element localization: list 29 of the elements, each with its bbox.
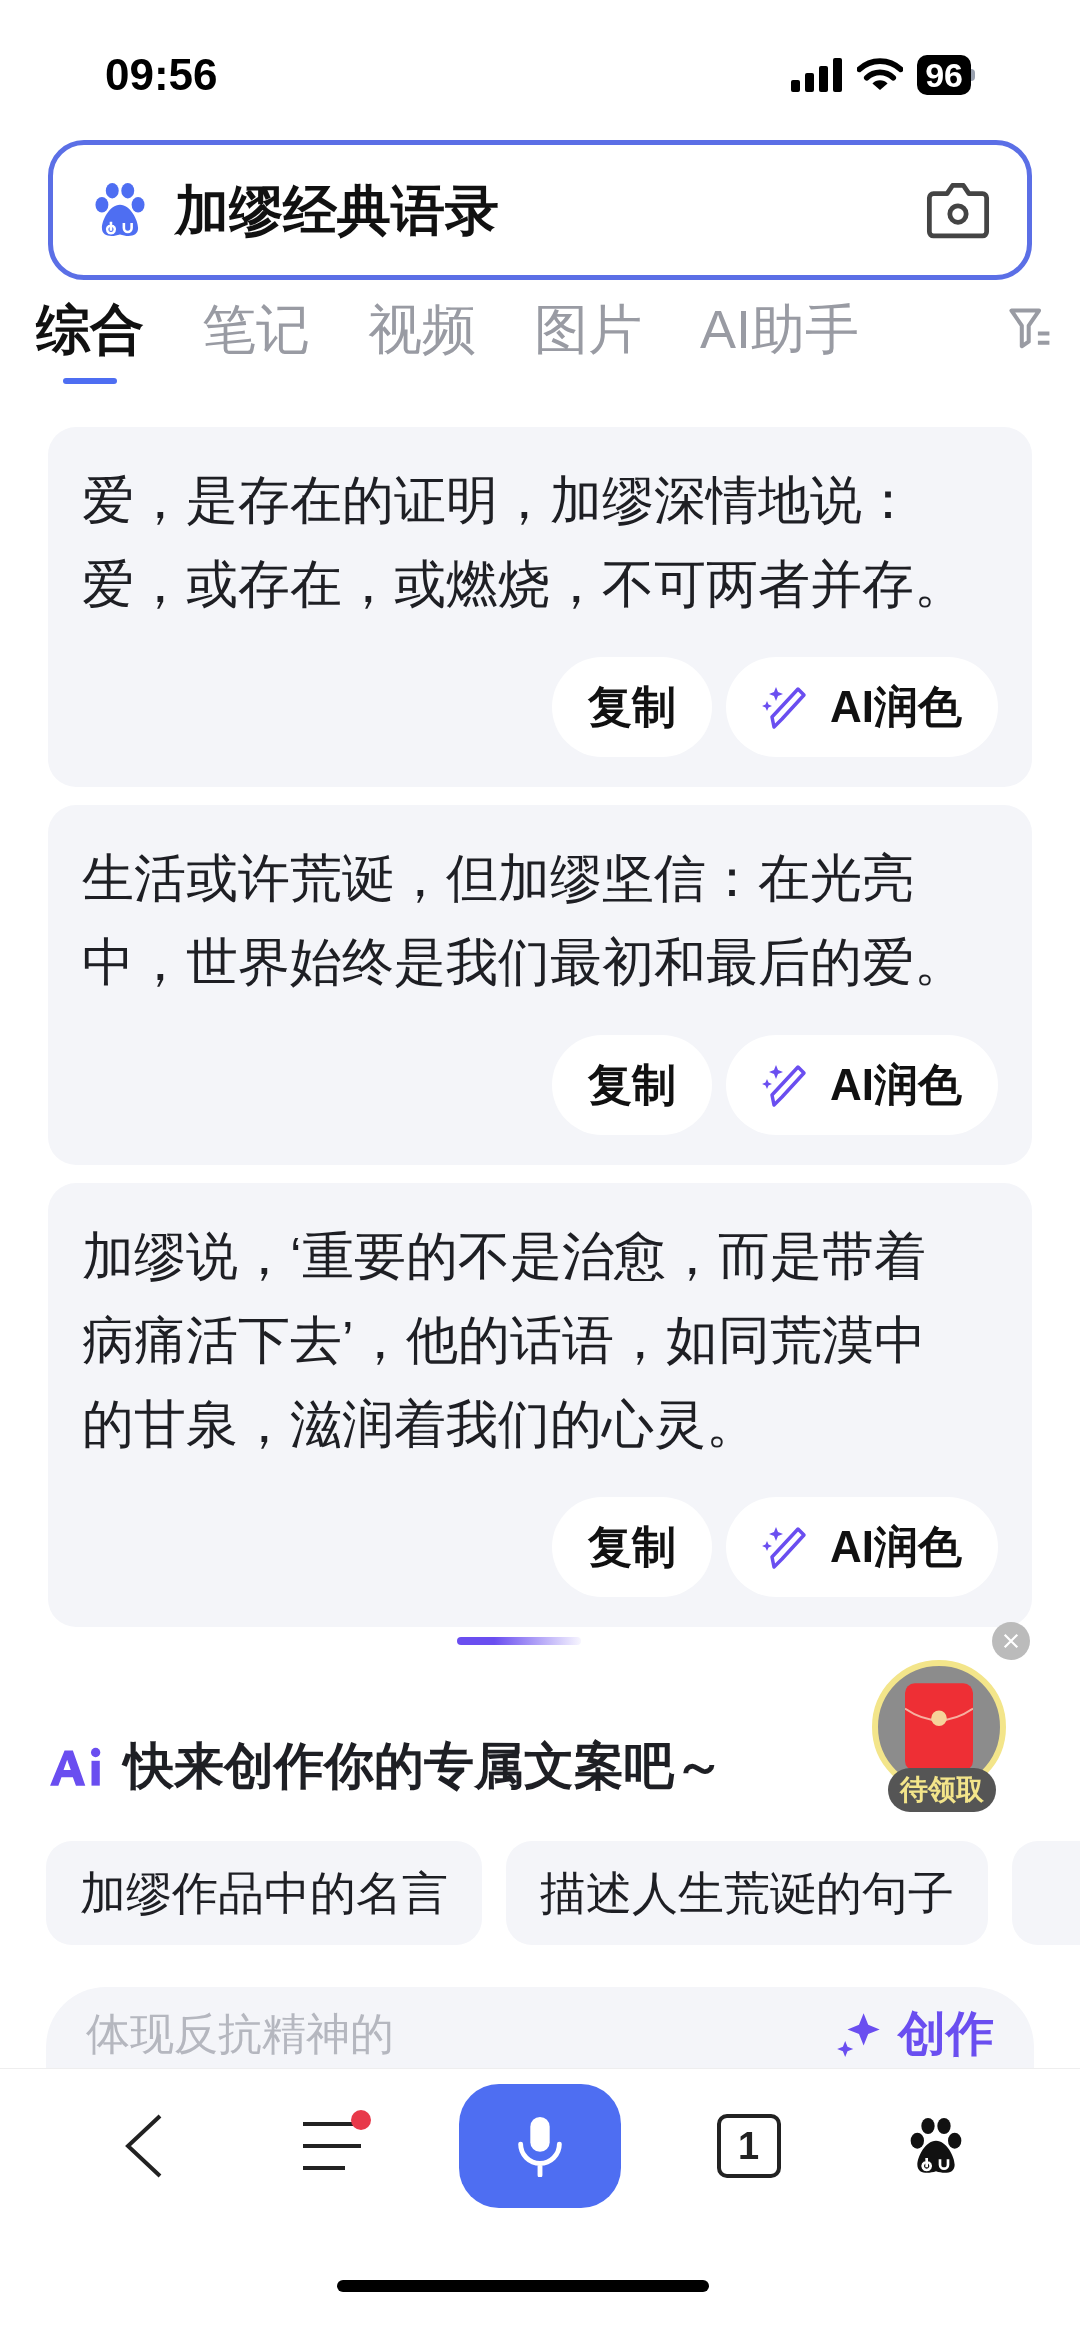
- create-button[interactable]: 创作: [836, 2009, 994, 2059]
- copy-button[interactable]: 复制: [552, 657, 712, 757]
- camera-icon[interactable]: [925, 180, 991, 240]
- copy-button[interactable]: 复制: [552, 1035, 712, 1135]
- quote-text: 爱，是存在的证明，加缪深情地说： 爱，或存在，或燃烧，不可两者并存。: [82, 470, 967, 615]
- ai-polish-button[interactable]: AI润色: [726, 1497, 998, 1597]
- back-icon: [123, 2114, 164, 2178]
- wifi-icon: [857, 58, 904, 92]
- microphone-icon: [516, 2115, 564, 2177]
- copy-button[interactable]: 复制: [552, 1497, 712, 1597]
- prompt-placeholder: 体现反抗精神的: [86, 2009, 394, 2059]
- quote-text: 生活或许荒诞，但加缪坚信：在光亮 中，世界始终是我们最初和最后的爱。: [82, 848, 967, 993]
- search-field[interactable]: 加缪经典语录: [48, 140, 1032, 280]
- battery-level: 96: [917, 55, 971, 95]
- signal-icon: [791, 58, 844, 92]
- reward-label: 待领取: [888, 1768, 996, 1812]
- search-query: 加缪经典语录: [175, 178, 500, 242]
- suggestion-chip[interactable]: 描述人生荒诞的句子: [506, 1841, 988, 1945]
- voice-button[interactable]: [459, 2084, 621, 2208]
- ai-polish-button[interactable]: AI润色: [726, 1035, 998, 1135]
- status-time: 09:56: [105, 49, 218, 101]
- sparkle-icon: [836, 2011, 882, 2057]
- quote-text: 加缪说，‘重要的不是治愈，而是带着 病痛活下去’，他的话语，如同荒漠中 的甘泉，滋润着我们的心灵。: [82, 1226, 927, 1455]
- suggestion-chip[interactable]: 加缪作品中的名言: [46, 1841, 482, 1945]
- close-icon: [1002, 1632, 1020, 1650]
- tab-count: 1: [716, 2114, 781, 2178]
- envelope-icon: [905, 1683, 973, 1771]
- search-tab[interactable]: 综合: [36, 294, 144, 390]
- ai-polish-button[interactable]: AI润色: [726, 657, 998, 757]
